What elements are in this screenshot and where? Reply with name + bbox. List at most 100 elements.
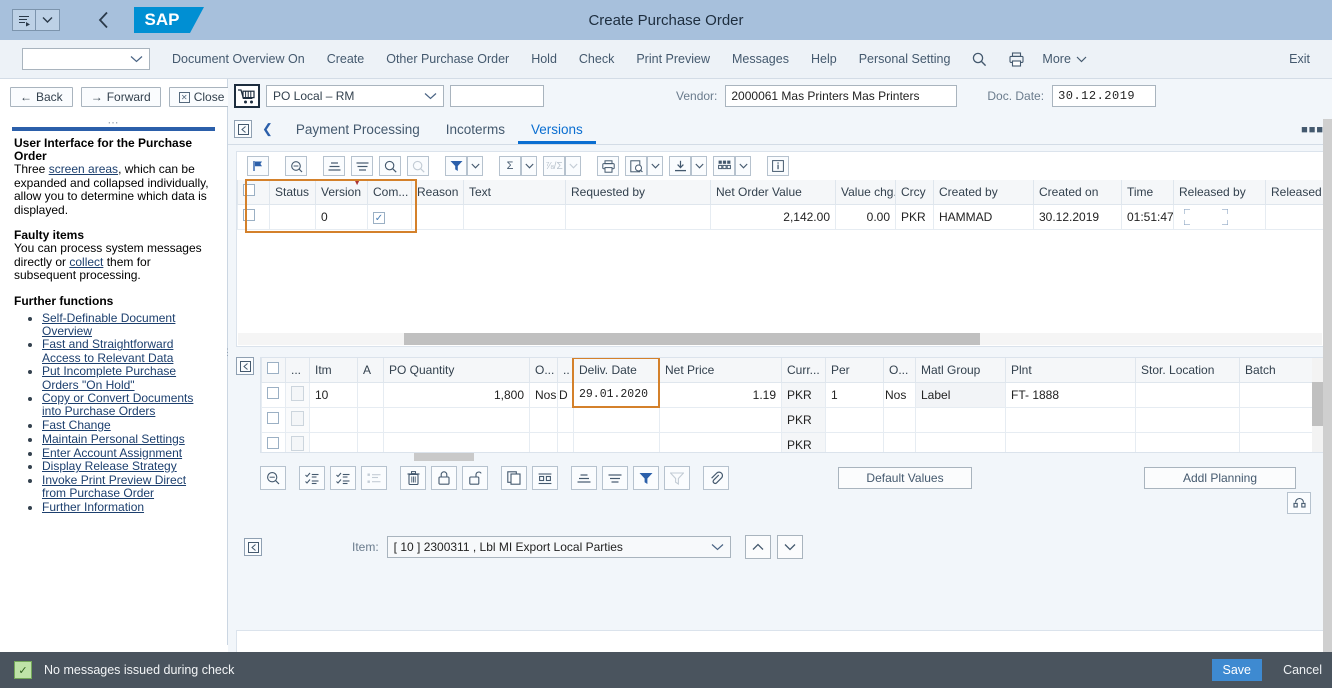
transaction-select[interactable] — [22, 48, 150, 70]
close-button[interactable]: ✕ Close — [168, 87, 235, 107]
sort-ascending-icon[interactable] — [323, 156, 345, 176]
col-released-by[interactable]: Released by — [1173, 180, 1266, 205]
page-vscrollbar[interactable] — [1323, 119, 1332, 652]
table-row[interactable]: 10 1,800 Nos D 29.01.2020 1.19 PKR 1 Nos… — [261, 381, 1323, 408]
flag-icon[interactable] — [247, 156, 269, 176]
row-select-cell[interactable] — [261, 381, 286, 408]
tab-incoterms[interactable]: Incoterms — [433, 122, 518, 144]
po-type-select[interactable]: PO Local – RM — [266, 85, 444, 107]
versions-hscroll-thumb[interactable] — [404, 333, 980, 345]
search-icon[interactable] — [972, 52, 987, 67]
col-status[interactable]: Status — [269, 180, 316, 205]
col-created-on[interactable]: Created on — [1033, 180, 1122, 205]
row-select-cell[interactable] — [237, 203, 270, 230]
help-link[interactable]: Display Release Strategy — [42, 459, 177, 473]
printer-icon[interactable] — [1009, 51, 1024, 67]
lock-icon[interactable] — [431, 466, 457, 490]
col-curr[interactable]: Curr... — [781, 358, 826, 383]
menu-item-create[interactable]: Create — [327, 52, 365, 66]
save-button[interactable]: Save — [1211, 659, 1262, 681]
table-row[interactable]: 0 ✓ 2,142.00 0.00 PKR HAMMAD 30.12.2019 … — [237, 203, 1326, 230]
col-ou[interactable]: O... — [529, 358, 558, 383]
overflow-dots-icon[interactable]: ■■■ — [1301, 124, 1324, 136]
row-checkbox[interactable] — [243, 209, 255, 221]
items-vscroll-thumb[interactable] — [1312, 382, 1323, 426]
item-next-button[interactable] — [776, 535, 803, 559]
tab-versions[interactable]: Versions — [518, 122, 596, 144]
print-preview-icon[interactable] — [625, 156, 647, 176]
cell-released-by[interactable] — [1173, 203, 1266, 230]
expand-collapse-icon[interactable] — [1287, 492, 1311, 514]
cell-completed[interactable]: ✓ — [367, 203, 412, 230]
info-icon[interactable] — [767, 156, 789, 176]
tab-payment-processing[interactable]: Payment Processing — [283, 122, 433, 144]
col-batch[interactable]: Batch — [1239, 358, 1320, 383]
col-text[interactable]: Text — [463, 180, 566, 205]
help-link[interactable]: Put Incomplete Purchase Orders "On Hold" — [42, 364, 176, 392]
help-link[interactable]: Self-Definable Document Overview — [42, 311, 175, 338]
screen-areas-link[interactable]: screen areas — [49, 162, 118, 176]
item-select[interactable]: [ 10 ] 2300311 , Lbl MI Export Local Par… — [386, 536, 731, 558]
row-select-cell[interactable] — [261, 431, 286, 452]
printer-icon[interactable] — [597, 156, 619, 176]
addl-planning-button[interactable]: Addl Planning — [1144, 467, 1296, 489]
col-reason[interactable]: Reason — [411, 180, 464, 205]
menu-item-personal-setting[interactable]: Personal Setting — [859, 52, 951, 66]
help-link[interactable]: Maintain Personal Settings — [42, 432, 185, 446]
items-hscroll-thumb[interactable] — [414, 453, 474, 461]
item-previous-button[interactable] — [744, 535, 771, 559]
help-link[interactable]: Fast and Straightforward Access to Relev… — [42, 337, 173, 365]
table-row[interactable]: PKR — [261, 431, 1323, 452]
col-version[interactable]: Version ▼ — [315, 180, 368, 205]
menu-item-more[interactable]: More — [1042, 52, 1087, 66]
menu-item-other-purchase-order[interactable]: Other Purchase Order — [386, 52, 509, 66]
col-net-order-value[interactable]: Net Order Value — [710, 180, 836, 205]
print-preview-dropdown-icon[interactable] — [647, 156, 663, 176]
help-link[interactable]: Copy or Convert Documents into Purchase … — [42, 391, 193, 419]
search-detail-icon[interactable] — [260, 466, 286, 490]
items-select-all-checkbox[interactable] — [267, 362, 279, 375]
settings-dropdown-icon[interactable] — [735, 156, 751, 176]
checklist-icon[interactable] — [330, 466, 356, 490]
col-d[interactable]: .. — [557, 358, 574, 383]
col-net-price[interactable]: Net Price — [659, 358, 782, 383]
help-link[interactable]: Invoke Print Preview Direct from Purchas… — [42, 473, 186, 500]
collapse-items-icon[interactable] — [236, 357, 254, 375]
col-time[interactable]: Time — [1121, 180, 1174, 205]
insert-row-icon[interactable] — [532, 466, 558, 490]
sum-dropdown-icon[interactable] — [521, 156, 537, 176]
unlock-icon[interactable] — [462, 466, 488, 490]
row-select-cell[interactable] — [261, 406, 286, 433]
back-button[interactable]: ← Back — [10, 87, 73, 107]
col-value-chg[interactable]: Value chg. — [835, 180, 896, 205]
find-icon[interactable] — [379, 156, 401, 176]
panel-drag-handle[interactable]: ⋯ — [0, 107, 227, 129]
versions-hscrollbar[interactable] — [238, 333, 1322, 345]
menu-item-help[interactable]: Help — [811, 52, 837, 66]
col-a[interactable]: A — [357, 358, 384, 383]
help-link[interactable]: Fast Change — [42, 418, 111, 432]
sum-icon[interactable]: Σ — [499, 156, 521, 176]
copy-icon[interactable] — [501, 466, 527, 490]
help-link[interactable]: Further Information — [42, 500, 144, 514]
sort-descending-icon[interactable] — [602, 466, 628, 490]
row-checkbox[interactable] — [267, 437, 279, 449]
doc-date-field[interactable]: 30.12.2019 — [1052, 85, 1157, 107]
col-per[interactable]: Per — [825, 358, 884, 383]
sort-descending-icon[interactable] — [351, 156, 373, 176]
export-icon[interactable] — [669, 156, 691, 176]
filter-dropdown-icon[interactable] — [467, 156, 483, 176]
export-dropdown-icon[interactable] — [691, 156, 707, 176]
col-crcy[interactable]: Crcy — [895, 180, 934, 205]
search-detail-icon[interactable] — [285, 156, 307, 176]
help-link[interactable]: Enter Account Assignment — [42, 446, 182, 460]
col-created-by[interactable]: Created by — [933, 180, 1034, 205]
col-po-quantity[interactable]: PO Quantity — [383, 358, 530, 383]
col-deliv-date[interactable]: Deliv. Date — [573, 358, 660, 383]
select-all-icon[interactable] — [299, 466, 325, 490]
delete-icon[interactable] — [400, 466, 426, 490]
menu-item-messages[interactable]: Messages — [732, 52, 789, 66]
menu-item-hold[interactable]: Hold — [531, 52, 557, 66]
default-values-button[interactable]: Default Values — [838, 467, 972, 489]
items-vscrollbar[interactable] — [1312, 358, 1323, 452]
